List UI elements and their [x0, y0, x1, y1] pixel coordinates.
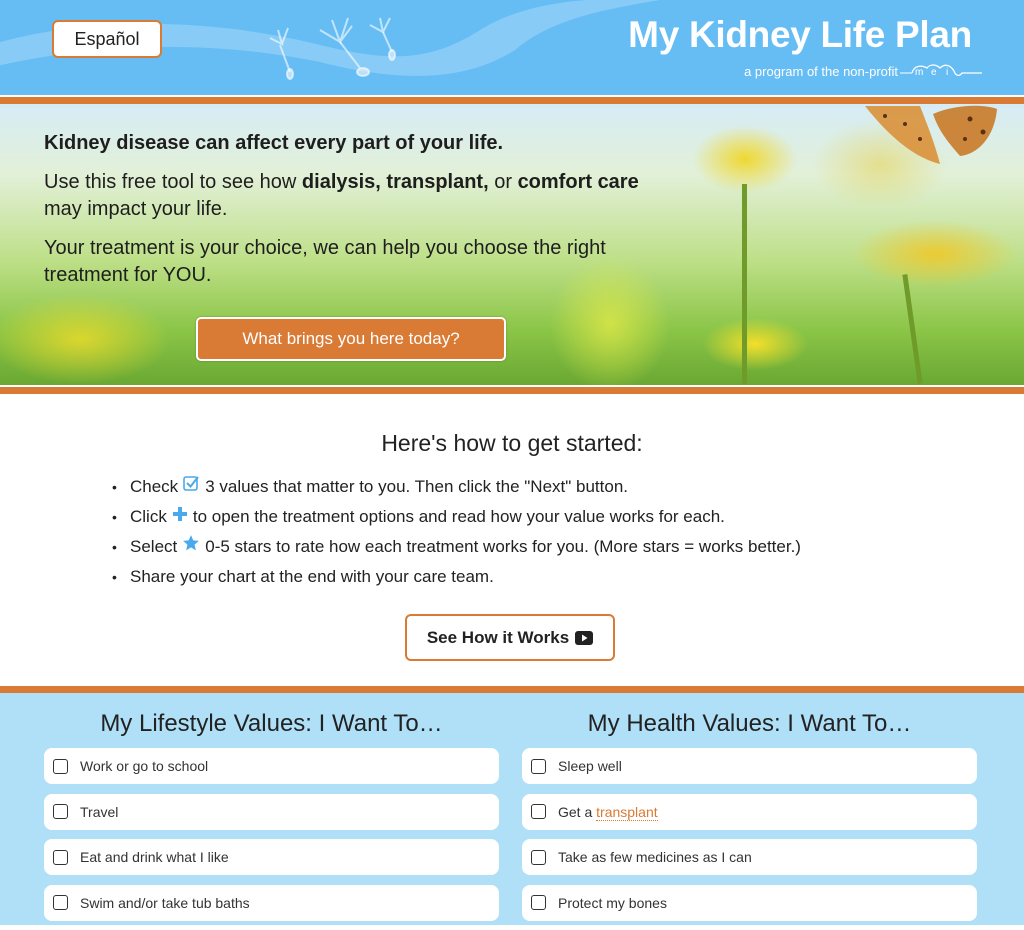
- step-text: Check: [130, 477, 179, 496]
- step-text: to open the treatment options and read h…: [192, 507, 725, 526]
- subtitle-text: a program of the non-profit: [744, 63, 898, 79]
- value-label: Swim and/or take tub baths: [80, 894, 250, 911]
- bullet: •: [112, 479, 117, 495]
- value-label-text: Get a: [558, 803, 597, 820]
- step-text: Select: [130, 537, 178, 556]
- checkbox[interactable]: [53, 758, 68, 774]
- star-icon: [182, 532, 200, 562]
- checkbox[interactable]: [531, 895, 546, 910]
- button-label: See How it Works: [426, 627, 570, 647]
- step-item: • Share your chart at the end with your …: [112, 562, 801, 592]
- hero-choice-text: Your treatment is your choice, we can he…: [44, 237, 606, 286]
- bullet: •: [112, 509, 117, 525]
- lifestyle-values: My Lifestyle Values: I Want To… Work or …: [44, 693, 499, 930]
- value-item-bones[interactable]: Protect my bones: [522, 884, 977, 921]
- values-section: My Lifestyle Values: I Want To… Work or …: [0, 693, 1024, 925]
- divider-bar: [0, 684, 1024, 693]
- step-item: • Check 3 values that matter to you. The…: [112, 472, 801, 502]
- language-button[interactable]: Español: [52, 20, 162, 58]
- svg-text:i: i: [946, 67, 948, 78]
- hero-description: Use this free tool to see how dialysis, …: [44, 169, 654, 223]
- value-item-work[interactable]: Work or go to school: [44, 748, 499, 784]
- value-label: Eat and drink what I like: [80, 849, 229, 865]
- value-label: Travel: [80, 803, 119, 820]
- checkbox[interactable]: [53, 849, 68, 865]
- transplant-link[interactable]: transplant: [596, 803, 658, 821]
- svg-text:e: e: [931, 67, 937, 78]
- flower-stem: [742, 184, 747, 384]
- hero-banner: Kidney disease can affect every part of …: [0, 104, 1024, 385]
- checkbox[interactable]: [531, 758, 546, 774]
- checkbox[interactable]: [531, 804, 546, 819]
- step-text: 0-5 stars to rate how each treatment wor…: [205, 537, 801, 556]
- value-item-swim[interactable]: Swim and/or take tub baths: [44, 884, 499, 921]
- step-item: • Select 0-5 stars to rate how each trea…: [112, 532, 801, 562]
- hero-lead: Kidney disease can affect every part of …: [44, 132, 504, 154]
- lifestyle-values-title: My Lifestyle Values: I Want To…: [100, 710, 443, 737]
- step-text: Share your chart at the end with your ca…: [130, 567, 494, 586]
- butterfly-icon: [865, 105, 997, 164]
- text: may impact your life.: [44, 198, 228, 220]
- bullet: •: [112, 539, 117, 555]
- how-to-section: Here's how to get started: • Check 3 val…: [0, 396, 1024, 686]
- site-subtitle: a program of the non-profit m e i: [744, 62, 982, 80]
- flower-stem: [902, 274, 923, 384]
- checkbox[interactable]: [531, 849, 546, 865]
- checkbox-icon: [183, 472, 200, 502]
- value-item-sleep[interactable]: Sleep well: [522, 748, 977, 784]
- value-item-transplant[interactable]: Get a transplant: [522, 793, 977, 830]
- value-label: Protect my bones: [558, 894, 667, 911]
- text-bold: dialysis, transplant,: [301, 171, 489, 193]
- health-values: My Health Values: I Want To… Sleep well …: [522, 693, 977, 930]
- video-play-icon: [575, 630, 594, 645]
- value-item-eat-drink[interactable]: Eat and drink what I like: [44, 839, 499, 875]
- value-item-travel[interactable]: Travel: [44, 793, 499, 830]
- value-label: Take as few medicines as I can: [558, 849, 752, 865]
- bullet: •: [112, 569, 117, 585]
- step-text: 3 values that matter to you. Then click …: [205, 477, 628, 496]
- how-to-title: Here's how to get started:: [381, 430, 643, 456]
- step-text: Click: [130, 507, 167, 526]
- plus-icon: [172, 502, 188, 532]
- value-label: Sleep well: [558, 758, 622, 774]
- step-item: • Click to open the treatment options an…: [112, 502, 801, 532]
- checkbox[interactable]: [53, 895, 68, 910]
- value-item-medicines[interactable]: Take as few medicines as I can: [522, 839, 977, 875]
- site-header: Español My Kidney Life Plan a program of…: [0, 0, 1024, 95]
- checkbox[interactable]: [53, 804, 68, 819]
- value-label: Work or go to school: [80, 758, 209, 774]
- health-values-title: My Health Values: I Want To…: [587, 710, 912, 737]
- value-label: Get a transplant: [558, 803, 658, 821]
- how-to-steps: • Check 3 values that matter to you. The…: [112, 472, 801, 592]
- site-title[interactable]: My Kidney Life Plan: [628, 14, 972, 56]
- see-how-it-works-button[interactable]: See How it Works: [405, 614, 615, 661]
- divider-bar: [0, 95, 1024, 104]
- text-bold: comfort care: [517, 171, 639, 193]
- hero-text: Kidney disease can affect every part of …: [44, 132, 654, 301]
- svg-text:m: m: [915, 67, 923, 78]
- divider-bar: [0, 385, 1024, 396]
- text: Use this free tool to see how: [44, 171, 302, 193]
- mei-logo-icon[interactable]: m e i: [900, 62, 982, 80]
- text: or: [488, 171, 518, 193]
- what-brings-you-button[interactable]: What brings you here today?: [196, 317, 506, 361]
